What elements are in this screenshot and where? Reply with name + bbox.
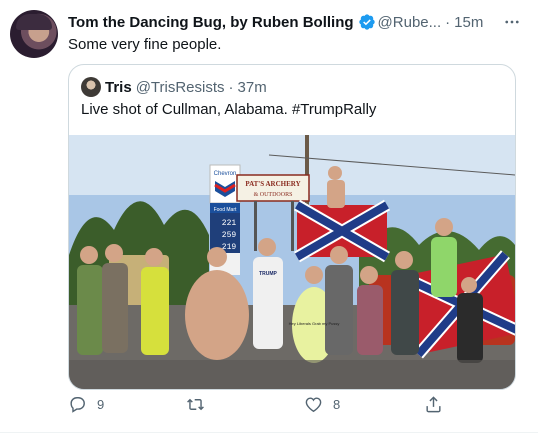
separator-dot: ·	[445, 13, 451, 31]
retweet-button[interactable]	[186, 395, 215, 414]
heart-icon	[305, 397, 322, 413]
quoted-tweet-header: Tris @TrisResists · 37m	[81, 77, 267, 97]
trump-shirt-text: TRUMP	[259, 271, 277, 277]
food-mart-sign-text: Food Mart	[214, 207, 237, 213]
price-2: 259	[222, 231, 237, 240]
archery-sign-line1: PAT'S ARCHERY	[245, 180, 300, 188]
quoted-separator-dot: ·	[228, 78, 234, 96]
author-name[interactable]: Tom the Dancing Bug, by Ruben Bolling	[68, 14, 354, 31]
archery-sign-line2: & OUTDOORS	[254, 192, 293, 198]
tweet-text: Some very fine people.	[68, 36, 222, 53]
quoted-tweet-text: Live shot of Cullman, Alabama. #TrumpRal…	[81, 101, 377, 118]
share-button[interactable]	[424, 395, 453, 414]
quoted-author-avatar	[81, 77, 101, 97]
quoted-timestamp: 37m	[237, 78, 267, 96]
chevron-sign-text: Chevron	[214, 171, 237, 177]
retweet-icon	[187, 398, 204, 411]
author-avatar[interactable]	[10, 10, 58, 58]
tweet-timestamp[interactable]: 15m	[454, 14, 483, 31]
quoted-tweet-photo[interactable]: Chevron Food Mart 221 259 219 PAT'S ARCH…	[69, 135, 515, 390]
like-button[interactable]: 8	[304, 395, 340, 414]
reply-button[interactable]: 9	[68, 395, 104, 414]
reply-count: 9	[97, 397, 105, 412]
more-horizontal-icon[interactable]	[502, 12, 522, 32]
quoted-author-handle: @TrisResists	[135, 78, 225, 96]
quoted-author-name: Tris	[105, 78, 132, 96]
price-1: 221	[222, 219, 237, 228]
shirt-slogan-text: Hey Liberals Grab my Pussy	[289, 321, 340, 326]
like-count: 8	[333, 397, 341, 412]
quoted-tweet[interactable]: Tris @TrisResists · 37m Live shot of Cul…	[68, 64, 516, 390]
author-handle[interactable]: @Rube...	[378, 14, 442, 31]
tweet-actions: 9 8	[68, 395, 508, 419]
reply-icon	[70, 397, 85, 413]
tweet[interactable]: Tom the Dancing Bug, by Ruben Bolling @R…	[0, 0, 538, 433]
verified-badge-icon	[358, 14, 375, 30]
tweet-header: Tom the Dancing Bug, by Ruben Bolling @R…	[68, 12, 522, 32]
share-icon	[426, 396, 441, 413]
